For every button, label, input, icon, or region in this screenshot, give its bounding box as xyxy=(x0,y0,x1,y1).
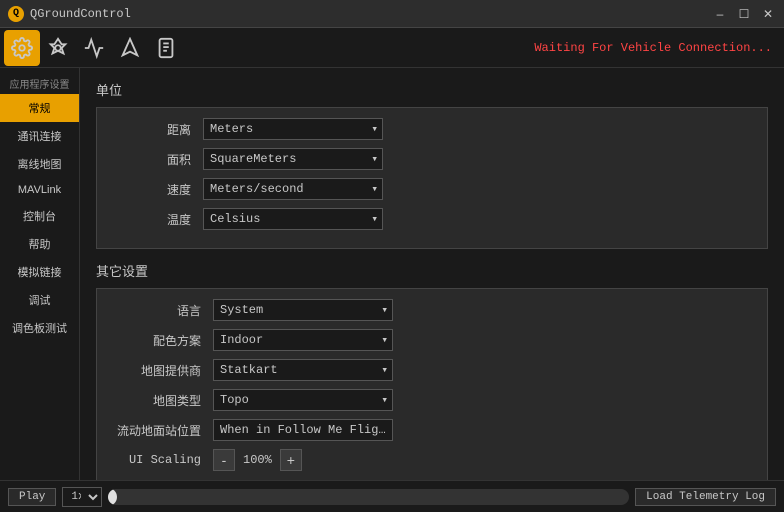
ui-scaling-label: UI Scaling xyxy=(113,453,213,467)
speed-select[interactable]: 1x 2x 0.5x xyxy=(62,487,102,507)
map-provider-label: 地图提供商 xyxy=(113,362,213,379)
progress-thumb xyxy=(108,489,117,505)
map-type-label: 地图类型 xyxy=(113,392,213,409)
sidebar-item-comms[interactable]: 通讯连接 xyxy=(0,122,79,150)
map-provider-select[interactable]: Statkart Google OpenStreetMap xyxy=(213,359,393,381)
map-type-row: 地图类型 Topo Normal Satellite xyxy=(113,389,751,411)
app-settings-button[interactable] xyxy=(4,30,40,66)
window-controls: – ☐ ✕ xyxy=(712,6,776,22)
color-scheme-select[interactable]: Indoor Outdoor xyxy=(213,329,393,351)
language-select-wrapper: System English Chinese xyxy=(213,299,393,321)
units-section-title: 单位 xyxy=(96,80,768,99)
scale-plus-button[interactable]: + xyxy=(280,449,302,471)
sidebar-item-mavlink[interactable]: MAVLink xyxy=(0,178,79,202)
scale-value: 100% xyxy=(235,453,280,467)
other-section-title: 其它设置 xyxy=(96,261,768,280)
units-panel: 距离 Meters Feet 面积 SquareMeters SquareFee… xyxy=(96,107,768,249)
temperature-label: 温度 xyxy=(113,211,203,228)
color-scheme-row: 配色方案 Indoor Outdoor xyxy=(113,329,751,351)
sidebar-item-console[interactable]: 控制台 xyxy=(0,202,79,230)
speed-label: 速度 xyxy=(113,181,203,198)
sidebar-item-palette-test[interactable]: 调色板测试 xyxy=(0,314,79,342)
language-label: 语言 xyxy=(113,302,213,319)
connection-status: Waiting For Vehicle Connection... xyxy=(534,41,780,55)
sidebar-item-offline-maps[interactable]: 离线地图 xyxy=(0,150,79,178)
play-button[interactable]: Play xyxy=(8,488,56,506)
speed-row: 速度 Meters/second Feet/second Miles/hour xyxy=(113,178,751,200)
minimize-button[interactable]: – xyxy=(712,6,728,22)
area-select[interactable]: SquareMeters SquareFeet xyxy=(203,148,383,170)
app-title: QGroundControl xyxy=(30,7,131,21)
sidebar-section-title: 应用程序设置 xyxy=(0,72,79,94)
distance-select-wrapper: Meters Feet xyxy=(203,118,383,140)
progress-bar[interactable] xyxy=(108,489,629,505)
area-row: 面积 SquareMeters SquareFeet xyxy=(113,148,751,170)
toolbar: Waiting For Vehicle Connection... xyxy=(0,28,784,68)
follow-me-input[interactable] xyxy=(213,419,393,441)
area-label: 面积 xyxy=(113,151,203,168)
sidebar-item-debug[interactable]: 调试 xyxy=(0,286,79,314)
temperature-select[interactable]: Celsius Fahrenheit xyxy=(203,208,383,230)
plan-button[interactable] xyxy=(76,30,112,66)
color-scheme-select-wrapper: Indoor Outdoor xyxy=(213,329,393,351)
fly-button[interactable] xyxy=(112,30,148,66)
other-panel: 语言 System English Chinese 配色方案 Indoor Ou… xyxy=(96,288,768,480)
main-layout: 应用程序设置 常规 通讯连接 离线地图 MAVLink 控制台 帮助 模拟链接 … xyxy=(0,68,784,480)
map-provider-row: 地图提供商 Statkart Google OpenStreetMap xyxy=(113,359,751,381)
map-provider-select-wrapper: Statkart Google OpenStreetMap xyxy=(213,359,393,381)
ui-scaling-row: UI Scaling - 100% + xyxy=(113,449,751,471)
follow-me-row: 流动地面站位置 xyxy=(113,419,751,441)
bottom-bar: Play 1x 2x 0.5x Load Telemetry Log xyxy=(0,480,784,512)
map-type-select[interactable]: Topo Normal Satellite xyxy=(213,389,393,411)
sidebar-item-mock-link[interactable]: 模拟链接 xyxy=(0,258,79,286)
load-telemetry-button[interactable]: Load Telemetry Log xyxy=(635,488,776,506)
speed-select[interactable]: Meters/second Feet/second Miles/hour xyxy=(203,178,383,200)
sidebar-item-help[interactable]: 帮助 xyxy=(0,230,79,258)
sidebar: 应用程序设置 常规 通讯连接 离线地图 MAVLink 控制台 帮助 模拟链接 … xyxy=(0,68,80,480)
speed-select-wrapper: Meters/second Feet/second Miles/hour xyxy=(203,178,383,200)
temperature-row: 温度 Celsius Fahrenheit xyxy=(113,208,751,230)
app-icon: Q xyxy=(8,6,24,22)
sidebar-item-general[interactable]: 常规 xyxy=(0,94,79,122)
vehicle-setup-button[interactable] xyxy=(40,30,76,66)
scale-minus-button[interactable]: - xyxy=(213,449,235,471)
color-scheme-label: 配色方案 xyxy=(113,332,213,349)
area-select-wrapper: SquareMeters SquareFeet xyxy=(203,148,383,170)
distance-label: 距离 xyxy=(113,121,203,138)
title-bar: Q QGroundControl – ☐ ✕ xyxy=(0,0,784,28)
language-row: 语言 System English Chinese xyxy=(113,299,751,321)
language-select[interactable]: System English Chinese xyxy=(213,299,393,321)
follow-me-label: 流动地面站位置 xyxy=(113,422,213,439)
distance-select[interactable]: Meters Feet xyxy=(203,118,383,140)
maximize-button[interactable]: ☐ xyxy=(736,6,752,22)
distance-row: 距离 Meters Feet xyxy=(113,118,751,140)
content-area: 单位 距离 Meters Feet 面积 SquareMeters Square… xyxy=(80,68,784,480)
close-button[interactable]: ✕ xyxy=(760,6,776,22)
temperature-select-wrapper: Celsius Fahrenheit xyxy=(203,208,383,230)
analyze-button[interactable] xyxy=(148,30,184,66)
map-type-select-wrapper: Topo Normal Satellite xyxy=(213,389,393,411)
